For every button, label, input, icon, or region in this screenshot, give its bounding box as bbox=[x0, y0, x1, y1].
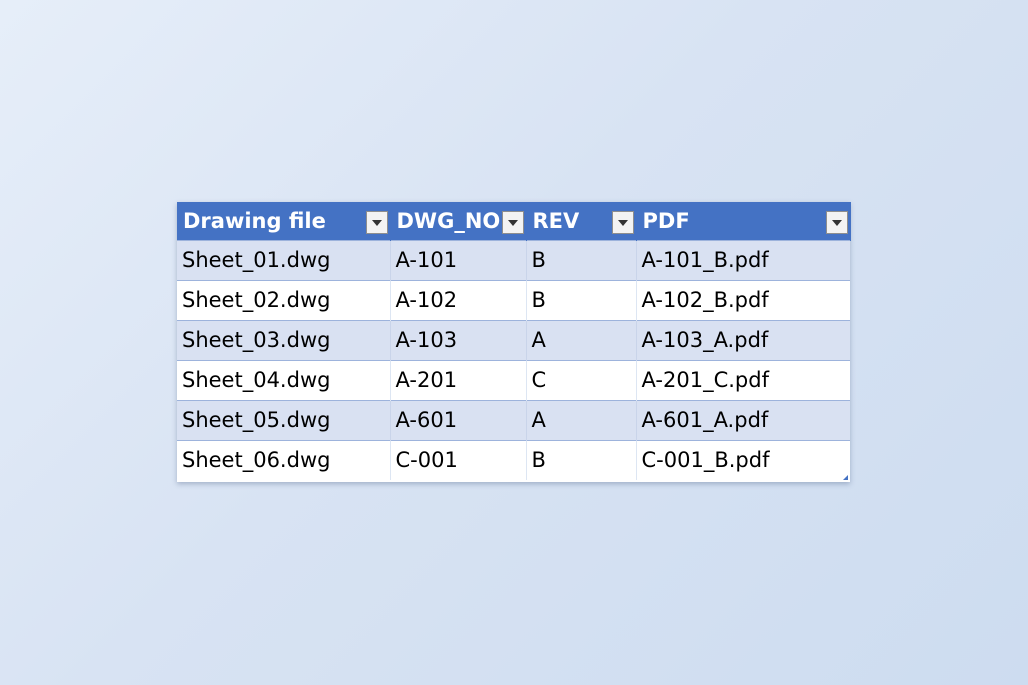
cell-dwg-no[interactable]: A-201 bbox=[389, 359, 526, 400]
cell-pdf[interactable]: A-601_A.pdf bbox=[635, 399, 850, 440]
excel-table: Drawing file DWG_NO REV PDF Sheet_01.dwg… bbox=[177, 202, 851, 482]
cell-pdf[interactable]: A-102_B.pdf bbox=[635, 279, 850, 320]
cell-drawing-file[interactable]: Sheet_01.dwg bbox=[177, 239, 390, 280]
column-header-dwg-no[interactable]: DWG_NO bbox=[390, 202, 527, 240]
column-header-pdf[interactable]: PDF bbox=[636, 202, 851, 240]
column-header-drawing-file[interactable]: Drawing file bbox=[177, 202, 391, 240]
table-row: Sheet_05.dwg A-601 A A-601_A.pdf bbox=[177, 399, 850, 440]
cell-drawing-file[interactable]: Sheet_05.dwg bbox=[177, 399, 390, 440]
cell-rev[interactable]: C bbox=[525, 359, 636, 400]
column-header-label: PDF bbox=[642, 208, 690, 233]
cell-dwg-no[interactable]: C-001 bbox=[389, 439, 526, 480]
filter-dropdown-icon[interactable] bbox=[365, 211, 388, 234]
filter-dropdown-icon[interactable] bbox=[501, 211, 524, 234]
cell-rev[interactable]: B bbox=[525, 239, 636, 280]
filter-dropdown-icon[interactable] bbox=[825, 211, 848, 234]
cell-drawing-file[interactable]: Sheet_03.dwg bbox=[177, 319, 390, 360]
filter-dropdown-icon[interactable] bbox=[611, 211, 634, 234]
cell-rev[interactable]: A bbox=[525, 399, 636, 440]
cell-pdf[interactable]: C-001_B.pdf bbox=[635, 439, 850, 480]
table-row: Sheet_02.dwg A-102 B A-102_B.pdf bbox=[177, 279, 850, 320]
cell-rev[interactable]: B bbox=[525, 279, 636, 320]
cell-pdf[interactable]: A-201_C.pdf bbox=[635, 359, 850, 400]
column-header-rev[interactable]: REV bbox=[526, 202, 637, 240]
cell-drawing-file[interactable]: Sheet_02.dwg bbox=[177, 279, 390, 320]
header-row: Drawing file DWG_NO REV PDF bbox=[177, 202, 851, 240]
cell-dwg-no[interactable]: A-101 bbox=[389, 239, 526, 280]
cell-drawing-file[interactable]: Sheet_06.dwg bbox=[177, 439, 390, 480]
cell-rev[interactable]: A bbox=[525, 319, 636, 360]
table-row: Sheet_01.dwg A-101 B A-101_B.pdf bbox=[177, 239, 850, 280]
cell-rev[interactable]: B bbox=[525, 439, 636, 480]
data-table: Drawing file DWG_NO REV PDF Sheet_01.dwg… bbox=[177, 202, 851, 480]
cell-pdf[interactable]: A-101_B.pdf bbox=[635, 239, 850, 280]
cell-drawing-file[interactable]: Sheet_04.dwg bbox=[177, 359, 390, 400]
table-resize-handle-icon[interactable] bbox=[843, 475, 848, 480]
table-row: Sheet_04.dwg A-201 C A-201_C.pdf bbox=[177, 359, 850, 400]
cell-dwg-no[interactable]: A-601 bbox=[389, 399, 526, 440]
cell-dwg-no[interactable]: A-103 bbox=[389, 319, 526, 360]
column-header-label: Drawing file bbox=[183, 208, 326, 233]
cell-pdf[interactable]: A-103_A.pdf bbox=[635, 319, 850, 360]
table-row: Sheet_06.dwg C-001 B C-001_B.pdf bbox=[177, 439, 850, 480]
table-row: Sheet_03.dwg A-103 A A-103_A.pdf bbox=[177, 319, 850, 360]
cell-dwg-no[interactable]: A-102 bbox=[389, 279, 526, 320]
